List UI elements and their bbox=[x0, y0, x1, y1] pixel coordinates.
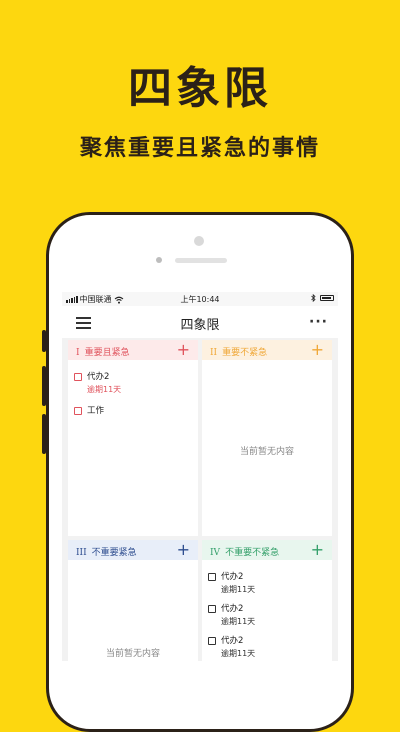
quadrant-4-add-button[interactable]: + bbox=[311, 540, 324, 560]
quadrant-2: II 重要不紧急 + 当前暂无内容 bbox=[202, 340, 332, 536]
task-checkbox[interactable] bbox=[74, 372, 82, 381]
quadrant-1-header: I 重要且紧急 + bbox=[68, 340, 198, 360]
quadrant-2-label: 重要不紧急 bbox=[222, 348, 268, 358]
quadrant-3-add-button[interactable]: + bbox=[177, 540, 190, 560]
task-item[interactable]: 工作 bbox=[74, 404, 104, 416]
phone-volume-down bbox=[42, 414, 46, 454]
phone-mute-switch bbox=[42, 330, 46, 352]
task-checkbox[interactable] bbox=[208, 604, 216, 613]
quadrant-2-empty-text: 当前暂无内容 bbox=[239, 447, 294, 457]
quadrant-1-label: 重要且紧急 bbox=[84, 348, 130, 358]
task-title: 代办2 bbox=[221, 572, 244, 582]
task-due: 逾期11天 bbox=[87, 385, 122, 394]
quadrant-4-number: IV bbox=[210, 548, 221, 558]
promo-title: 四象限 bbox=[128, 63, 272, 114]
task-title: 代办2 bbox=[221, 636, 244, 646]
more-icon[interactable]: ··· bbox=[309, 314, 328, 330]
status-bar: 中国联通 上午10:44 bbox=[62, 292, 338, 306]
promo-subtitle: 聚焦重要且紧急的事情 bbox=[79, 136, 320, 161]
task-checkbox[interactable] bbox=[208, 636, 216, 645]
quadrant-2-header: II 重要不紧急 + bbox=[202, 340, 332, 360]
quadrant-3: III 不重要紧急 + 当前暂无内容 bbox=[68, 540, 198, 661]
task-title: 代办2 bbox=[87, 372, 110, 382]
quadrant-4-label: 不重要不紧急 bbox=[225, 548, 280, 558]
quadrant-3-empty-text: 当前暂无内容 bbox=[105, 649, 160, 659]
quadrant-1: I 重要且紧急 + 代办2 逾期11天 工作 bbox=[68, 340, 198, 536]
quadrant-1-number: I bbox=[76, 348, 80, 358]
quadrant-1-add-button[interactable]: + bbox=[177, 340, 190, 360]
app-screen: 中国联通 上午10:44 四象限 ··· I 重要且紧急 + 代办2 逾期11天 … bbox=[62, 292, 338, 661]
quadrant-4: IV 不重要不紧急 + 代办2 逾期11天 代办2 逾期11天 代办2 逾期11天 bbox=[202, 540, 332, 661]
task-item[interactable]: 代办2 逾期11天 bbox=[208, 634, 255, 659]
nav-bar: 四象限 ··· bbox=[62, 306, 338, 338]
task-due: 逾期11天 bbox=[221, 649, 256, 658]
earpiece-speaker bbox=[175, 258, 227, 263]
task-due: 逾期11天 bbox=[221, 585, 256, 594]
quadrant-2-add-button[interactable]: + bbox=[311, 340, 324, 360]
quadrant-2-number: II bbox=[210, 348, 218, 358]
quadrant-4-header: IV 不重要不紧急 + bbox=[202, 540, 332, 560]
proximity-sensor bbox=[156, 257, 162, 263]
task-checkbox[interactable] bbox=[74, 406, 82, 415]
phone-volume-up bbox=[42, 366, 46, 406]
quadrant-3-number: III bbox=[76, 548, 87, 558]
task-title: 工作 bbox=[87, 406, 105, 416]
task-checkbox[interactable] bbox=[208, 572, 216, 581]
bluetooth-icon bbox=[311, 294, 316, 302]
quadrant-3-label: 不重要紧急 bbox=[91, 548, 137, 558]
task-item[interactable]: 代办2 逾期11天 bbox=[208, 570, 255, 595]
battery-icon bbox=[320, 295, 334, 301]
status-time: 上午10:44 bbox=[180, 295, 220, 304]
task-item[interactable]: 代办2 逾期11天 bbox=[74, 370, 121, 395]
task-due: 逾期11天 bbox=[221, 617, 256, 626]
task-item[interactable]: 代办2 逾期11天 bbox=[208, 602, 255, 627]
front-camera bbox=[194, 236, 204, 246]
page-title: 四象限 bbox=[180, 318, 220, 333]
quadrant-3-header: III 不重要紧急 + bbox=[68, 540, 198, 560]
task-title: 代办2 bbox=[221, 604, 244, 614]
